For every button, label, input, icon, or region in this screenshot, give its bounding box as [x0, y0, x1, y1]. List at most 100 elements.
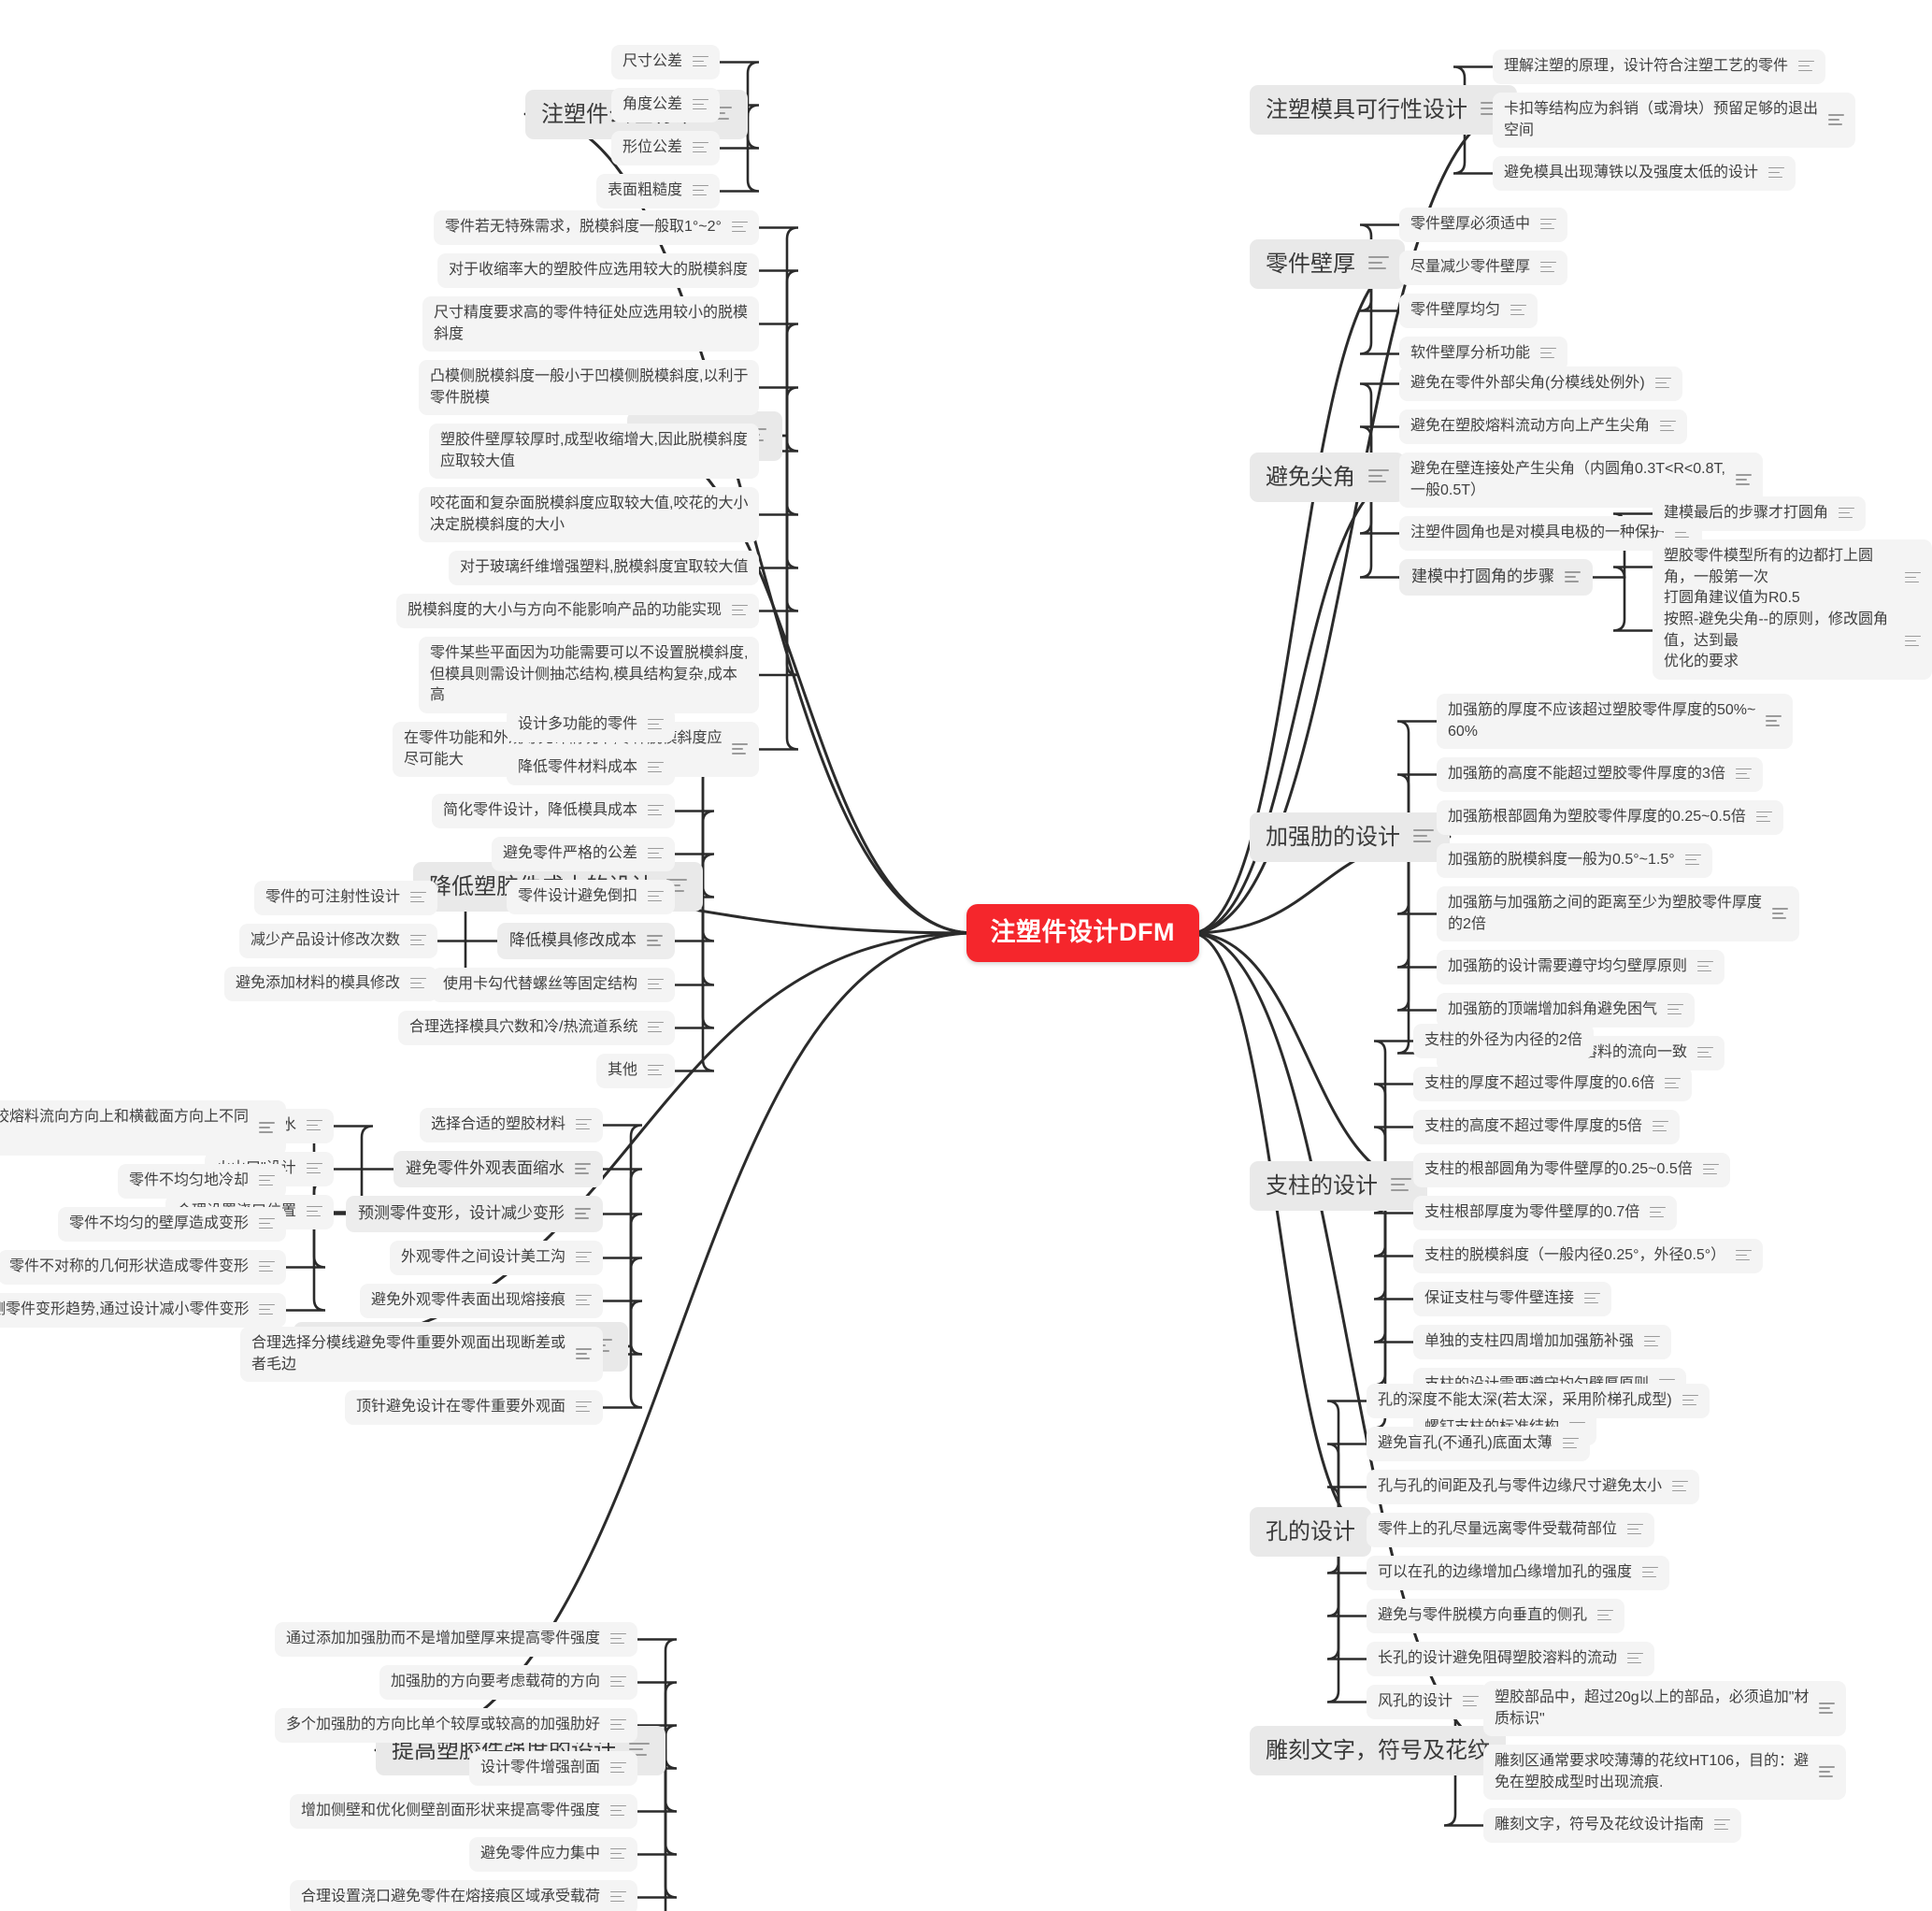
note-lines-icon[interactable] [307, 1119, 323, 1132]
leaf-cost-7[interactable]: 合理选择模具穴数和冷/热流道系统 [398, 1011, 676, 1045]
note-lines-icon[interactable] [1565, 570, 1581, 583]
leaf-cost-5-2[interactable]: 避免添加材料的模具修改 [224, 967, 438, 1001]
leaf-appearance-2-0[interactable]: 零件在塑胶熔料流向方向上和横截面方向上不同 的收缩比 [0, 1100, 287, 1157]
leaf-hole-7[interactable]: 风孔的设计 [1367, 1685, 1491, 1719]
leaf-boss-0[interactable]: 支柱的外径为内径的2倍 [1413, 1024, 1594, 1058]
note-lines-icon[interactable] [1540, 347, 1557, 360]
note-lines-icon[interactable] [648, 1064, 665, 1077]
leaf-hole-3[interactable]: 零件上的孔尽量远离零件受载荷部位 [1367, 1513, 1655, 1547]
note-lines-icon[interactable] [307, 1205, 323, 1218]
branch-hole[interactable]: 孔的设计 [1250, 1506, 1371, 1557]
leaf-strength-5[interactable]: 避免零件应力集中 [469, 1837, 638, 1872]
branch-sharp[interactable]: 避免尖角 [1250, 452, 1405, 502]
note-lines-icon[interactable] [1562, 1437, 1579, 1450]
note-lines-icon[interactable] [610, 1847, 627, 1861]
leaf-strength-0[interactable]: 通过添加加强肋而不是增加壁厚来提高零件强度 [275, 1622, 638, 1657]
leaf-strength-2[interactable]: 多个加强肋的方向比单个较厚或较高的加强肋好 [275, 1708, 638, 1743]
leaf-appearance-4[interactable]: 避免外观零件表面出现熔接痕 [360, 1284, 604, 1318]
leaf-draft-0[interactable]: 零件若无特殊需求，脱模斜度一般取1°~2° [434, 210, 759, 245]
leaf-tolerance-1[interactable]: 角度公差 [611, 88, 721, 122]
leaf-boss-7[interactable]: 单独的支柱四周增加加强筋补强 [1413, 1325, 1672, 1359]
note-lines-icon[interactable] [259, 1174, 276, 1187]
note-lines-icon[interactable] [648, 718, 665, 731]
leaf-mold-1[interactable]: 卡扣等结构应为斜销（或滑块）预留足够的退出 空间 [1493, 93, 1856, 149]
leaf-engrave-2[interactable]: 雕刻文字，符号及花纹设计指南 [1483, 1808, 1742, 1843]
leaf-rib-3[interactable]: 加强筋的脱模斜度一般为0.5°~1.5° [1437, 843, 1712, 878]
note-lines-icon[interactable] [576, 1251, 593, 1264]
leaf-rib-4[interactable]: 加强筋与加强筋之间的距离至少为塑胶零件厚度 的2倍 [1437, 886, 1800, 942]
note-lines-icon[interactable] [1736, 1249, 1753, 1262]
branch-rib[interactable]: 加强肋的设计 [1250, 812, 1450, 862]
branch-mold[interactable]: 注塑模具可行性设计 [1250, 84, 1517, 135]
leaf-sharp-4-2[interactable]: 按照-避免尖角--的原则，修改圆角值，达到最 优化的要求 [1653, 603, 1932, 681]
note-lines-icon[interactable] [575, 1207, 591, 1220]
note-lines-icon[interactable] [1684, 854, 1701, 867]
note-lines-icon[interactable] [1819, 1766, 1836, 1778]
note-lines-icon[interactable] [1905, 635, 1921, 648]
leaf-strength-4[interactable]: 增加侧壁和优化侧壁剖面形状来提高零件强度 [290, 1794, 638, 1829]
leaf-hole-6[interactable]: 长孔的设计避免阻碍塑胶溶料的流动 [1367, 1642, 1655, 1676]
leaf-cost-1[interactable]: 降低零件材料成本 [507, 751, 676, 785]
leaf-sharp-4-0[interactable]: 建模最后的步骤才打圆角 [1653, 496, 1867, 531]
leaf-engrave-0[interactable]: 塑胶部品中，超过20g以上的部品，必须追加"材 质标识" [1483, 1681, 1847, 1737]
leaf-hole-5[interactable]: 避免与零件脱模方向垂直的侧孔 [1367, 1599, 1625, 1633]
branch-boss[interactable]: 支柱的设计 [1250, 1160, 1427, 1211]
leaf-draft-3[interactable]: 凸模侧脱模斜度一般小于凹模侧脱模斜度,以利于 零件脱模 [419, 360, 760, 416]
note-lines-icon[interactable] [732, 604, 749, 617]
subbranch-sharp-4[interactable]: 建模中打圆角的步骤 [1399, 559, 1593, 596]
leaf-rib-6[interactable]: 加强筋的顶端增加斜角避免困气 [1437, 993, 1696, 1027]
leaf-boss-1[interactable]: 支柱的厚度不超过零件厚度的0.6倍 [1413, 1067, 1693, 1101]
leaf-wall-1[interactable]: 尽量减少零件壁厚 [1399, 251, 1568, 285]
note-lines-icon[interactable] [693, 98, 709, 111]
leaf-appearance-6[interactable]: 顶针避免设计在零件重要外观面 [345, 1390, 604, 1425]
note-lines-icon[interactable] [1654, 377, 1671, 390]
note-lines-icon[interactable] [1642, 1566, 1659, 1579]
note-lines-icon[interactable] [1368, 469, 1389, 484]
leaf-appearance-2-4[interactable]: 预测零件变形趋势,通过设计减小零件变形 [0, 1293, 287, 1328]
note-lines-icon[interactable] [648, 847, 665, 860]
leaf-draft-2[interactable]: 尺寸精度要求高的零件特征处应选用较小的脱模 斜度 [422, 296, 760, 352]
note-lines-icon[interactable] [1413, 829, 1434, 844]
note-lines-icon[interactable] [1644, 1335, 1661, 1348]
leaf-appearance-5[interactable]: 合理选择分模线避免零件重要外观面出现断差或 者毛边 [240, 1327, 604, 1383]
leaf-strength-6[interactable]: 合理设置浇口避免零件在熔接痕区域承受载荷 [290, 1880, 638, 1911]
leaf-hole-1[interactable]: 避免盲孔(不通孔)底面太薄 [1367, 1427, 1590, 1461]
note-lines-icon[interactable] [1667, 1003, 1684, 1016]
leaf-appearance-2-3[interactable]: 零件不对称的几何形状造成零件变形 [0, 1250, 287, 1285]
note-lines-icon[interactable] [259, 1303, 276, 1316]
leaf-boss-4[interactable]: 支柱根部厚度为零件壁厚的0.7倍 [1413, 1196, 1678, 1230]
leaf-boss-5[interactable]: 支柱的脱模斜度（一般内径0.25°，外径0.5°） [1413, 1239, 1764, 1273]
leaf-rib-2[interactable]: 加强筋根部圆角为塑胶零件厚度的0.25~0.5倍 [1437, 800, 1783, 835]
subbranch-appearance-2[interactable]: 预测零件变形，设计减少变形 [346, 1196, 603, 1232]
leaf-strength-1[interactable]: 加强肋的方向要考虑载荷的方向 [379, 1665, 638, 1700]
leaf-boss-2[interactable]: 支柱的高度不超过零件厚度的5倍 [1413, 1110, 1680, 1144]
note-lines-icon[interactable] [1510, 304, 1527, 317]
note-lines-icon[interactable] [648, 978, 665, 991]
leaf-hole-0[interactable]: 孔的深度不能太深(若太深，采用阶梯孔成型) [1367, 1384, 1710, 1418]
leaf-appearance-2-1[interactable]: 零件不均匀地冷却 [118, 1164, 287, 1199]
note-lines-icon[interactable] [610, 1804, 627, 1818]
leaf-draft-8[interactable]: 零件某些平面因为功能需要可以不设置脱模斜度, 但模具则需设计侧抽芯结构,模具结构… [419, 637, 760, 714]
note-lines-icon[interactable] [410, 934, 427, 947]
note-lines-icon[interactable] [693, 141, 709, 154]
note-lines-icon[interactable] [1463, 1695, 1480, 1708]
note-lines-icon[interactable] [1798, 60, 1815, 73]
note-lines-icon[interactable] [1627, 1523, 1644, 1536]
leaf-draft-4[interactable]: 塑胶件壁厚较厚时,成型收缩增大,因此脱模斜度 应取较大值 [429, 424, 759, 480]
note-lines-icon[interactable] [610, 1761, 627, 1774]
note-lines-icon[interactable] [1819, 1703, 1836, 1715]
note-lines-icon[interactable] [1755, 811, 1772, 824]
leaf-wall-0[interactable]: 零件壁厚必须适中 [1399, 208, 1568, 242]
note-lines-icon[interactable] [1828, 114, 1845, 126]
leaf-wall-2[interactable]: 零件壁厚均匀 [1399, 294, 1538, 328]
leaf-cost-3[interactable]: 避免零件严格的公差 [492, 837, 676, 871]
note-lines-icon[interactable] [1672, 1480, 1689, 1493]
leaf-rib-1[interactable]: 加强筋的高度不能超过塑胶零件厚度的3倍 [1437, 757, 1763, 792]
note-lines-icon[interactable] [1650, 1206, 1667, 1219]
note-lines-icon[interactable] [1735, 474, 1752, 486]
leaf-rib-0[interactable]: 加强筋的厚度不应该超过塑胶零件厚度的50%~ 60% [1437, 694, 1794, 750]
leaf-appearance-2-2[interactable]: 零件不均匀的壁厚造成变形 [58, 1207, 287, 1242]
leaf-draft-7[interactable]: 脱模斜度的大小与方向不能影响产品的功能实现 [396, 594, 760, 628]
leaf-mold-0[interactable]: 理解注塑的原理，设计符合注塑工艺的零件 [1493, 50, 1826, 84]
leaf-cost-4[interactable]: 零件设计避免倒扣 [507, 880, 676, 914]
